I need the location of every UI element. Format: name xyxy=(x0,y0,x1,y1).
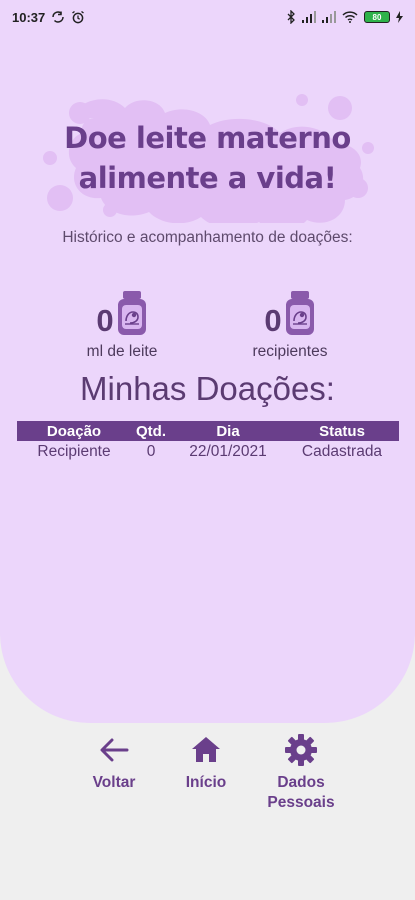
arrow-left-icon xyxy=(100,738,129,762)
charging-icon xyxy=(396,11,403,23)
nav-home-button[interactable]: Início xyxy=(176,733,236,793)
bluetooth-icon xyxy=(286,10,296,24)
nav-back-button[interactable]: Voltar xyxy=(84,733,144,793)
banner-headline: Doe leite materno alimente a vida! xyxy=(40,118,375,198)
nav-home-label: Início xyxy=(185,774,227,791)
stat-containers: 0 recipientes xyxy=(220,290,360,361)
sync-icon xyxy=(51,10,65,24)
status-time: 10:37 xyxy=(12,9,46,25)
column-header-quantity: Qtd. xyxy=(136,422,166,440)
table-row[interactable]: Recipiente 0 22/01/2021 Cadastrada xyxy=(17,441,399,463)
cell-quantity: 0 xyxy=(146,443,156,460)
stat-label: ml de leite xyxy=(86,343,158,360)
alarm-icon xyxy=(71,10,85,24)
table-header: Doação Qtd. Dia Status xyxy=(17,421,399,441)
stat-label: recipientes xyxy=(252,343,328,360)
stat-value: 0 xyxy=(264,303,282,338)
column-header-day: Dia xyxy=(216,422,240,440)
stat-milk-ml: 0 ml de leite xyxy=(52,290,192,361)
wifi-icon xyxy=(342,11,358,23)
nav-personal-data-button[interactable]: Dados Pessoais xyxy=(256,733,346,813)
bottom-nav: Voltar Início Dados Pessoais xyxy=(0,733,415,823)
stat-value: 0 xyxy=(96,303,114,338)
section-title: Minhas Doações: xyxy=(80,370,335,407)
page-subtitle: Histórico e acompanhamento de doações: xyxy=(62,229,353,246)
cell-day: 22/01/2021 xyxy=(189,443,267,460)
nav-personal-label-line2: Pessoais xyxy=(267,794,335,811)
signal-icon xyxy=(302,11,316,23)
column-header-donation: Doação xyxy=(46,422,102,440)
donations-table: Doação Qtd. Dia Status Recipiente 0 22/0… xyxy=(17,421,399,463)
milk-jar-icon xyxy=(284,291,316,340)
milk-jar-icon xyxy=(116,291,148,340)
nav-personal-label-line1: Dados xyxy=(277,774,325,791)
battery-icon: 80 xyxy=(364,11,390,23)
column-header-status: Status xyxy=(319,422,365,440)
headline-line1: Doe leite materno xyxy=(64,121,351,155)
status-bar: 10:37 80 xyxy=(0,0,415,34)
headline-line2: alimente a vida! xyxy=(78,161,337,195)
cell-donation: Recipiente xyxy=(37,443,111,460)
gear-icon xyxy=(285,734,317,766)
cell-status: Cadastrada xyxy=(301,443,383,460)
home-icon xyxy=(192,737,220,762)
nav-back-label: Voltar xyxy=(92,774,136,791)
signal-icon xyxy=(322,11,336,23)
banner: Doe leite materno alimente a vida! xyxy=(40,88,375,223)
